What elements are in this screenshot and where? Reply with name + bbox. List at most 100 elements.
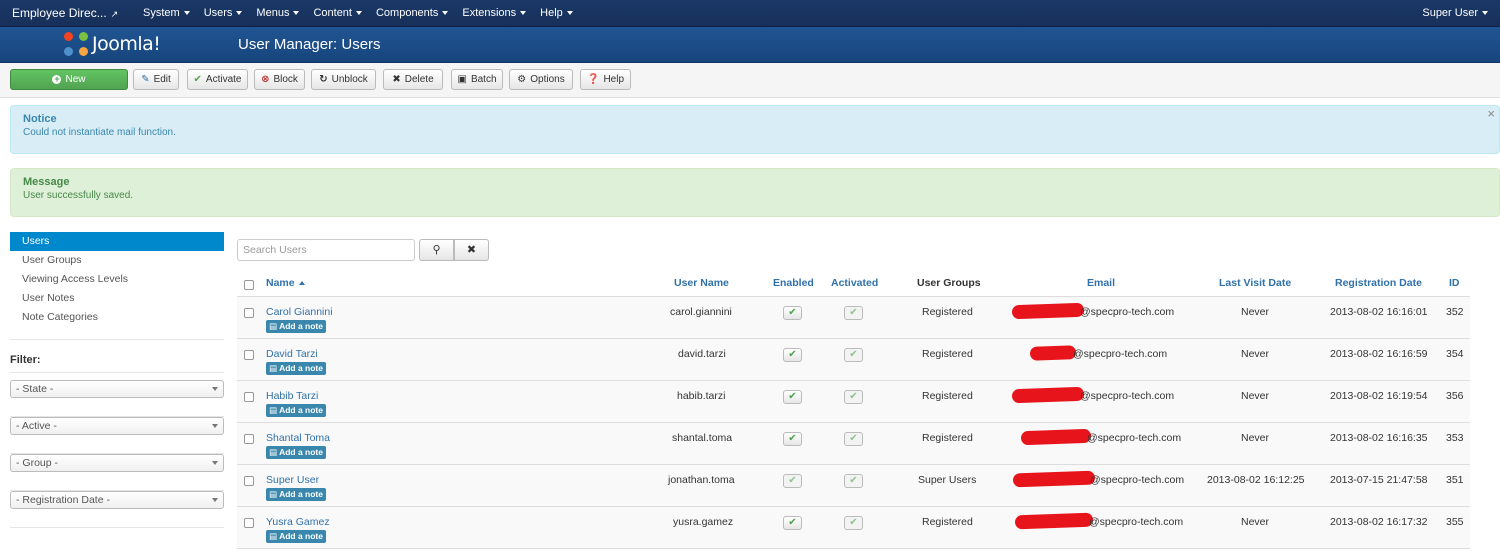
sort-id[interactable]: ID (1449, 277, 1460, 289)
activated-status: ✔ (844, 516, 863, 530)
activate-button[interactable]: ✔ Activate (187, 69, 248, 90)
row-checkbox[interactable] (244, 392, 254, 402)
user-name-link[interactable]: David Tarzi (266, 348, 318, 360)
sidebar-item-user-groups[interactable]: User Groups (10, 251, 224, 270)
enabled-toggle[interactable]: ✔ (783, 390, 802, 404)
user-name-link[interactable]: Yusra Gamez (266, 516, 330, 528)
filter-group-select[interactable]: - Group - (10, 454, 224, 472)
user-menu[interactable]: Super User (1422, 7, 1488, 19)
registration-date: 2013-08-02 16:16:01 (1330, 306, 1428, 318)
row-checkbox[interactable] (244, 308, 254, 318)
delete-icon: ✖ (392, 74, 401, 85)
chevron-down-icon (236, 11, 243, 16)
redaction-mark (1029, 345, 1077, 361)
row-checkbox[interactable] (244, 350, 254, 360)
block-button[interactable]: ⊗ Block (254, 69, 305, 90)
clear-search-button[interactable]: ✖ (454, 239, 489, 261)
enabled-toggle[interactable]: ✔ (783, 474, 802, 488)
enabled-toggle[interactable]: ✔ (783, 306, 802, 320)
search-button[interactable]: ⚲ (419, 239, 454, 261)
user-id: 352 (1446, 306, 1464, 318)
options-button[interactable]: ⚙ Options (509, 69, 573, 90)
select-all-checkbox[interactable] (244, 280, 254, 290)
delete-button[interactable]: ✖ Delete (383, 69, 443, 90)
user-name-link[interactable]: Super User (266, 474, 319, 486)
user-groups: Super Users (918, 474, 977, 486)
add-note-button[interactable]: ▤ Add a note (266, 362, 326, 375)
menu-content[interactable]: Content (313, 7, 362, 19)
toolbar: + New ✎ Edit ✔ Activate ⊗ Block ↻ Unblock ✖ De… (0, 63, 1500, 98)
add-note-button[interactable]: ▤ Add a note (266, 404, 326, 417)
row-checkbox[interactable] (244, 434, 254, 444)
filter-registration-date-select[interactable]: - Registration Date - (10, 491, 224, 509)
last-visit-date: Never (1241, 432, 1270, 444)
user-groups: Registered (922, 516, 973, 528)
menu-menus[interactable]: Menus (256, 7, 300, 19)
search-input[interactable]: Search Users (237, 239, 415, 261)
help-button[interactable]: ❓ Help (580, 69, 631, 90)
table-header: Name User Name Enabled Activated User Gr… (237, 270, 1470, 297)
add-note-button[interactable]: ▤ Add a note (266, 446, 326, 459)
row-checkbox[interactable] (244, 476, 254, 486)
add-note-button[interactable]: ▤ Add a note (266, 320, 326, 333)
site-link[interactable]: Employee Direc... ↗ (12, 6, 118, 20)
sidebar-item-user-notes[interactable]: User Notes (10, 289, 224, 308)
add-note-button[interactable]: ▤ Add a note (266, 530, 326, 543)
sort-enabled[interactable]: Enabled (773, 277, 814, 289)
edit-button[interactable]: ✎ Edit (133, 69, 179, 90)
table-row: Shantal Toma ▤ Add a note shantal.toma ✔… (237, 423, 1470, 465)
menu-extensions[interactable]: Extensions (462, 7, 527, 19)
last-visit-date: Never (1241, 306, 1270, 318)
email: @specpro-tech.com (1073, 348, 1168, 360)
batch-button[interactable]: ▣ Batch (451, 69, 503, 90)
sort-email[interactable]: Email (1087, 277, 1115, 289)
sidebar-item-users[interactable]: Users (10, 232, 224, 251)
sidebar-item-viewing-access-levels[interactable]: Viewing Access Levels (10, 270, 224, 289)
user-id: 351 (1446, 474, 1464, 486)
question-icon: ❓ (586, 74, 600, 85)
email: @specpro-tech.com (1090, 474, 1185, 486)
enabled-toggle[interactable]: ✔ (783, 432, 802, 446)
sort-username[interactable]: User Name (674, 277, 729, 289)
redaction-mark (1011, 386, 1085, 404)
close-icon[interactable]: × (1487, 106, 1495, 121)
users-table: Name User Name Enabled Activated User Gr… (237, 270, 1470, 549)
menu-help[interactable]: Help (540, 7, 573, 19)
filter-active-block: - Active - (10, 417, 224, 454)
menu-system[interactable]: System (143, 7, 190, 19)
sidebar-item-note-categories[interactable]: Note Categories (10, 308, 224, 327)
enabled-toggle[interactable]: ✔ (783, 516, 802, 530)
sort-registration-date[interactable]: Registration Date (1335, 277, 1422, 289)
registration-date: 2013-07-15 21:47:58 (1330, 474, 1428, 486)
header-user-groups: User Groups (917, 277, 981, 289)
table-row: Yusra Gamez ▤ Add a note yusra.gamez ✔ ✔… (237, 507, 1470, 549)
user-name-link[interactable]: Shantal Toma (266, 432, 330, 444)
registration-date: 2013-08-02 16:19:54 (1330, 390, 1428, 402)
filter-state-select[interactable]: - State - (10, 380, 224, 398)
activated-status: ✔ (844, 432, 863, 446)
email: @specpro-tech.com (1087, 432, 1182, 444)
user-name-link[interactable]: Carol Giannini (266, 306, 333, 318)
unblock-button[interactable]: ↻ Unblock (311, 69, 376, 90)
email: @specpro-tech.com (1080, 306, 1175, 318)
row-checkbox[interactable] (244, 518, 254, 528)
user-groups: Registered (922, 390, 973, 402)
enabled-toggle[interactable]: ✔ (783, 348, 802, 362)
user-name-link[interactable]: Habib Tarzi (266, 390, 318, 402)
registration-date: 2013-08-02 16:17:32 (1330, 516, 1428, 528)
plus-icon: + (52, 74, 62, 84)
sort-last-visit[interactable]: Last Visit Date (1219, 277, 1291, 289)
sort-name[interactable]: Name (266, 277, 305, 289)
divider (10, 372, 224, 373)
filter-active-select[interactable]: - Active - (10, 417, 224, 435)
menu-components[interactable]: Components (376, 7, 449, 19)
table-row: Carol Giannini ▤ Add a note carol.gianni… (237, 297, 1470, 339)
chevron-down-icon (212, 387, 218, 391)
new-button[interactable]: + New (10, 69, 128, 90)
user-id: 355 (1446, 516, 1464, 528)
menu-users[interactable]: Users (204, 7, 243, 19)
sort-activated[interactable]: Activated (831, 277, 878, 289)
add-note-button[interactable]: ▤ Add a note (266, 488, 326, 501)
external-link-icon: ↗ (110, 9, 119, 19)
main-menu: System Users Menus Content Components Ex… (143, 7, 587, 19)
